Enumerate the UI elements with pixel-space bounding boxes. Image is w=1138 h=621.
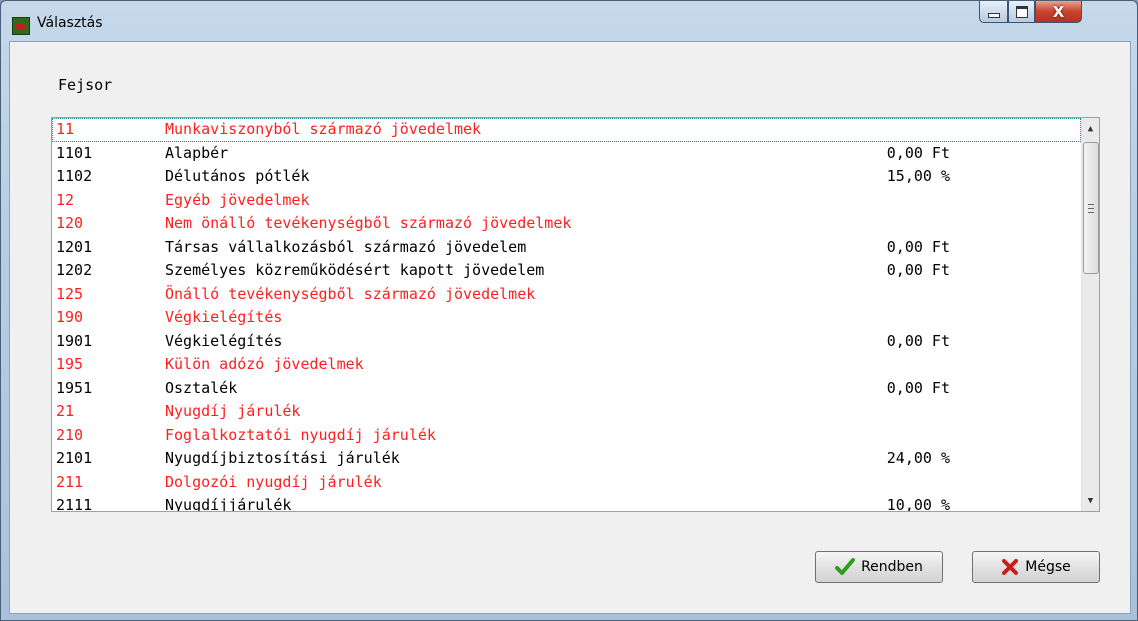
list-item[interactable]: 125 Önálló tevékenységből származó jövede… [52,283,1081,307]
selection-list[interactable]: 11 Munkaviszonyból származó jövedelmek 110… [51,117,1100,512]
maximize-icon [1015,5,1028,18]
cross-icon [1001,558,1019,576]
list-item-name: Végkielégítés [165,308,283,326]
list-item[interactable]: 1951 Osztalék 0,00 Ft [52,377,1081,401]
ok-button[interactable]: Rendben [815,551,943,583]
list-item-name: Egyéb jövedelmek [165,190,310,209]
ok-button-label: Rendben [861,559,923,575]
scrollbar-thumb[interactable] [1083,142,1099,274]
maximize-button[interactable] [1008,1,1035,23]
list-item-code: 1201 [56,237,93,256]
list-item-code: 190 [56,308,84,326]
cancel-button-label: Mégse [1025,559,1071,575]
title-bar[interactable]: Választás X [1,1,1137,41]
list-item-name: Végkielégítés [165,331,283,350]
list-item-name: Nyugdíj járulék [165,402,301,420]
list-item[interactable]: 1201 Társas vállalkozásból származó jöved… [52,236,1081,260]
list-item-code: 12 [56,190,75,209]
list-item-name: Társas vállalkozásból származó jövedelem [165,237,527,256]
list-item[interactable]: 2111 Nyugdíjjárulék 10,00 % [52,494,1081,512]
list-item-code: 1901 [56,331,93,350]
list-item-code: 2101 [56,449,93,467]
list-item[interactable]: 210 Foglalkoztatói nyugdíj járulék [52,424,1081,448]
check-icon [835,558,856,576]
list-item[interactable]: 21 Nyugdíj járulék [52,400,1081,424]
list-item-name: Foglalkoztatói nyugdíj járulék [165,425,436,444]
grip-icon [1088,203,1094,213]
list-item-code: 195 [56,355,84,373]
list-item-code: 1101 [56,143,93,162]
window-title: Választás [37,15,103,31]
list-item[interactable]: 1202 Személyes közreműködésért kapott jöv… [52,259,1081,283]
list-item-code: 1202 [56,261,93,279]
list-item-code: 120 [56,214,84,232]
cancel-button[interactable]: Mégse [972,551,1100,583]
list-item-name: Dolgozói nyugdíj járulék [165,472,382,491]
list-item-name: Nyugdíjbiztosítási járulék [165,449,400,467]
list-item-name: Önálló tevékenységből származó jövedelme… [165,284,536,303]
list-item-value: 24,00 % [886,449,950,467]
dialog-client-area: Fejsor 11 Munkaviszonyból származó jövede… [9,41,1131,614]
list-item-code: 210 [56,425,84,444]
list-item-value: 0,00 Ft [886,331,950,350]
scroll-down-icon[interactable]: ▼ [1082,492,1099,509]
list-item-code: 1102 [56,167,93,185]
header-label: Fejsor [58,76,113,94]
list-item[interactable]: 1102 Délutános pótlék 15,00 % [52,165,1081,189]
app-icon[interactable] [12,17,30,35]
list-item[interactable]: 195 Külön adózó jövedelmek [52,353,1081,377]
list-item-code: 125 [56,284,84,303]
list-item-code: 2111 [56,496,93,512]
list-item[interactable]: 12 Egyéb jövedelmek [52,189,1081,213]
list-item-name: Külön adózó jövedelmek [165,355,364,373]
list-item[interactable]: 190 Végkielégítés [52,306,1081,330]
list-item-name: Nyugdíjjárulék [165,496,292,512]
list-item-name: Alapbér [165,143,229,162]
list-item-name: Délutános pótlék [165,167,310,185]
list-item-code: 211 [56,472,84,491]
list-item[interactable]: 1101 Alapbér 0,00 Ft [52,142,1081,166]
list-item[interactable]: 120 Nem önálló tevékenységből származó jö… [52,212,1081,236]
list-item-value: 10,00 % [886,496,950,512]
list-item-code: 11 [56,120,75,138]
list-item-code: 1951 [56,378,93,397]
list-item[interactable]: 11 Munkaviszonyból származó jövedelmek [52,118,1081,142]
list-item-value: 0,00 Ft [886,378,950,397]
scroll-up-icon[interactable]: ▲ [1082,120,1099,137]
list-item[interactable]: 211 Dolgozói nyugdíj járulék [52,471,1081,495]
dialog-window: Választás X Fejsor 11 Munkaviszonyból szá… [0,0,1138,621]
close-button[interactable]: X [1035,1,1082,23]
list-item[interactable]: 1901 Végkielégítés 0,00 Ft [52,330,1081,354]
list-item[interactable]: 2101 Nyugdíjbiztosítási járulék 24,00 % [52,447,1081,471]
list-item-code: 21 [56,402,75,420]
vertical-scrollbar[interactable]: ▲ ▼ [1081,118,1099,511]
list-item-value: 0,00 Ft [886,237,950,256]
list-item-name: Személyes közreműködésért kapott jövedel… [165,261,545,279]
list-item-value: 15,00 % [886,167,950,185]
list-item-name: Nem önálló tevékenységből származó jöved… [165,214,572,232]
minimize-icon [987,13,1000,18]
list-item-name: Munkaviszonyból származó jövedelmek [165,120,482,138]
list-item-value: 0,00 Ft [886,261,950,279]
close-icon: X [1052,2,1065,21]
minimize-button[interactable] [979,1,1008,23]
list-item-value: 0,00 Ft [886,143,950,162]
list-item-name: Osztalék [165,378,238,397]
